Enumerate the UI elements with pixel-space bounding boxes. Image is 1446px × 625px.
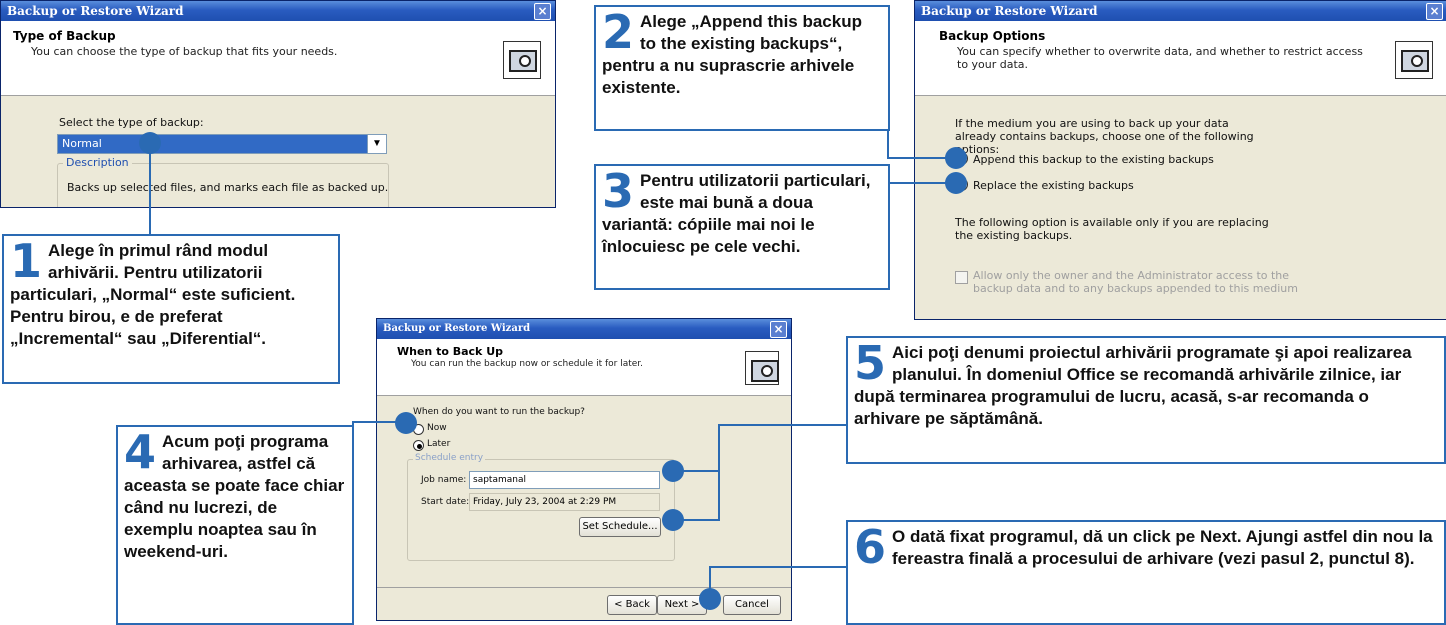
marker-dot: [662, 509, 684, 531]
marker-dot: [945, 172, 967, 194]
marker-dot: [945, 147, 967, 169]
backup-type-select[interactable]: Normal ▼: [57, 134, 387, 154]
close-icon[interactable]: ×: [1426, 3, 1443, 20]
later-radio[interactable]: [413, 440, 424, 451]
replace-label[interactable]: Replace the existing backups: [973, 179, 1134, 192]
header-subtitle: You can run the backup now or schedule i…: [411, 359, 644, 369]
marker-dot: [395, 412, 417, 434]
description-text: Backs up selected files, and marks each …: [67, 181, 389, 194]
close-icon[interactable]: ×: [770, 321, 787, 338]
step-number: 3: [602, 164, 635, 218]
schedule-legend: Schedule entry: [413, 453, 486, 463]
step-5-callout: 5 Aici poţi denumi proiectul arhivării pr…: [846, 336, 1446, 464]
cancel-button[interactable]: Cancel: [723, 595, 781, 615]
window-title: Backup or Restore Wizard: [7, 4, 184, 18]
description-legend: Description: [63, 156, 132, 169]
header-title: Backup Options: [939, 29, 1046, 43]
job-name-label: Job name:: [421, 475, 467, 485]
restrict-access-checkbox[interactable]: [955, 271, 968, 284]
back-button[interactable]: < Back: [607, 595, 657, 615]
close-icon[interactable]: ×: [534, 3, 551, 20]
job-name-field[interactable]: saptamanal: [469, 471, 660, 489]
dialog-type-of-backup: Backup or Restore Wizard × Type of Backup…: [0, 0, 556, 208]
start-date-label: Start date:: [421, 497, 470, 507]
step-6-callout: 6O dată fixat programul, dă un click pe …: [846, 520, 1446, 625]
button-divider: [377, 587, 791, 588]
later-label[interactable]: Later: [427, 439, 450, 449]
select-label: Select the type of backup:: [59, 116, 204, 129]
marker-dot: [662, 460, 684, 482]
wizard-header: Type of Backup You can choose the type o…: [1, 21, 555, 96]
step-number: 6: [854, 520, 887, 574]
title-bar: Backup or Restore Wizard ×: [377, 319, 791, 339]
backup-wizard-icon: [1395, 41, 1433, 79]
step-text: Acum poţi programa arhivarea, astfel că …: [124, 432, 345, 561]
step-number: 4: [124, 425, 157, 479]
connector-5: [718, 424, 720, 521]
replace-note: The following option is available only i…: [955, 216, 1269, 242]
now-label[interactable]: Now: [427, 423, 447, 433]
options-intro: If the medium you are using to back up y…: [955, 117, 1254, 156]
step-text: Pentru utilizatorii particulari, este ma…: [602, 171, 871, 256]
set-schedule-button[interactable]: Set Schedule...: [579, 517, 661, 537]
start-date-field: Friday, July 23, 2004 at 2:29 PM: [469, 493, 660, 511]
chevron-down-icon[interactable]: ▼: [367, 135, 386, 153]
select-value: Normal: [62, 137, 102, 150]
step-text: O dată fixat programul, dă un click pe N…: [892, 527, 1433, 568]
marker-dot: [699, 588, 721, 610]
step-number: 1: [10, 234, 43, 288]
connector-6: [710, 566, 850, 568]
header-subtitle: You can specify whether to overwrite dat…: [957, 45, 1363, 71]
window-title: Backup or Restore Wizard: [383, 323, 531, 334]
header-title: When to Back Up: [397, 345, 504, 358]
append-label[interactable]: Append this backup to the existing backu…: [973, 153, 1214, 166]
step-3-callout: 3 Pentru utilizatorii particulari, este m…: [594, 164, 890, 290]
title-bar: Backup or Restore Wizard ×: [1, 1, 555, 21]
step-number: 5: [854, 336, 887, 390]
window-title: Backup or Restore Wizard: [921, 4, 1098, 18]
marker-dot: [139, 132, 161, 154]
connector-1: [149, 143, 151, 235]
step-2-callout: 2 Alege „Append this backup to the existi…: [594, 5, 890, 131]
step-text: Alege în primul rând modul arhivării. Pe…: [10, 241, 296, 348]
step-text: Alege „Append this backup to the existin…: [602, 12, 862, 97]
backup-wizard-icon: [503, 41, 541, 79]
connector-5: [718, 424, 848, 426]
dialog-when-to-back-up: Backup or Restore Wizard × When to Back U…: [376, 318, 792, 621]
backup-wizard-icon: [745, 351, 779, 385]
step-1-callout: 1 Alege în primul rând modul arhivării. P…: [2, 234, 340, 384]
when-question: When do you want to run the backup?: [413, 407, 585, 417]
step-number: 2: [602, 5, 635, 59]
step-4-callout: 4 Acum poţi programa arhivarea, astfel că…: [116, 425, 354, 625]
wizard-header: When to Back Up You can run the backup n…: [377, 339, 791, 396]
dialog-backup-options: Backup or Restore Wizard × Backup Options…: [914, 0, 1446, 320]
wizard-header: Backup Options You can specify whether t…: [915, 21, 1446, 96]
restrict-access-label[interactable]: Allow only the owner and the Administrat…: [973, 269, 1303, 295]
step-text: Aici poţi denumi proiectul arhivării pro…: [854, 343, 1412, 428]
header-subtitle: You can choose the type of backup that f…: [31, 45, 338, 58]
title-bar: Backup or Restore Wizard ×: [915, 1, 1446, 21]
header-title: Type of Backup: [13, 29, 116, 43]
